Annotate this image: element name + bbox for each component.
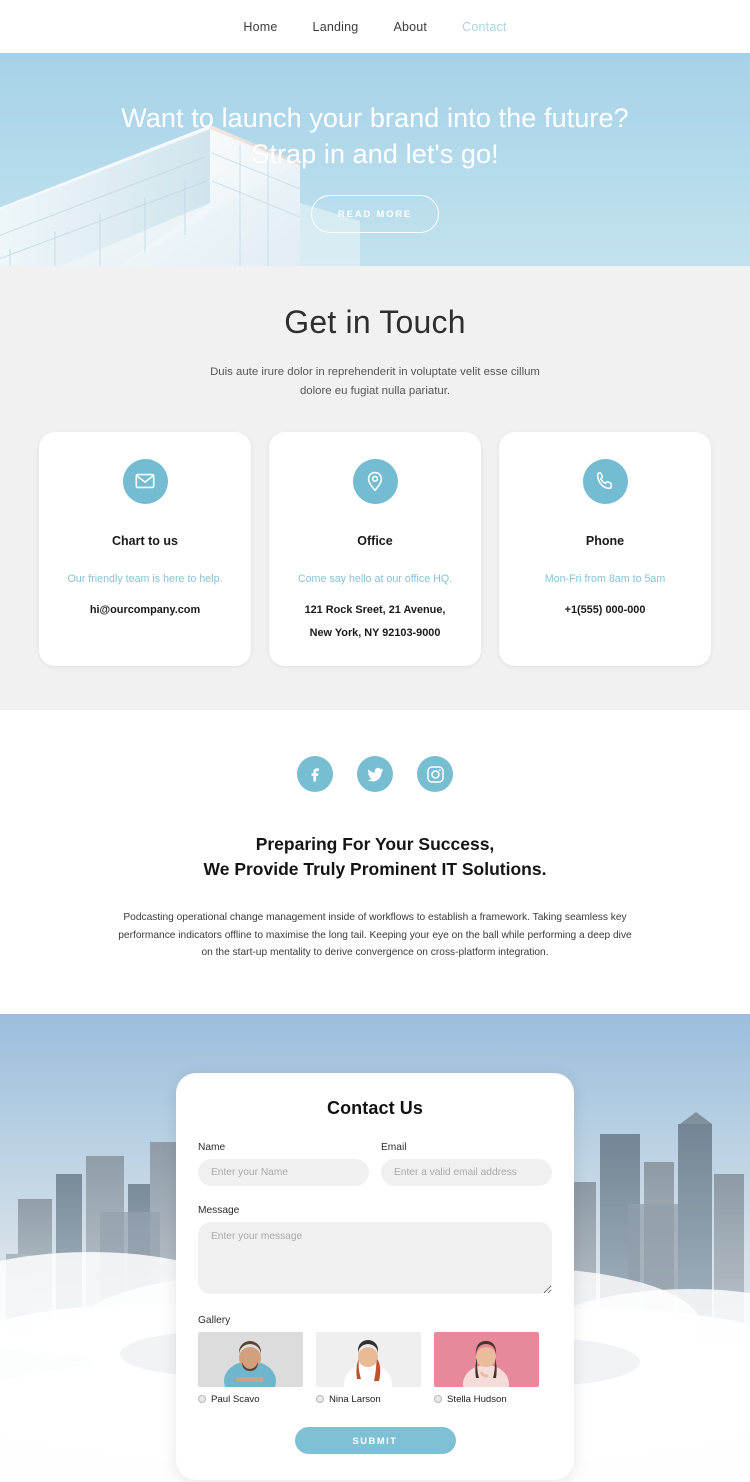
nav-item-about[interactable]: About — [393, 20, 427, 34]
get-in-touch-section: Get in Touch Duis aute irure dolor in re… — [0, 266, 750, 711]
envelope-icon — [122, 458, 168, 504]
contact-form-section: Contact Us Name Email Message Gallery — [0, 1013, 750, 1482]
gallery-radio-paul-scavo[interactable] — [198, 1395, 206, 1404]
submit-button[interactable]: SUBMIT — [294, 1426, 456, 1454]
form-title: Contact Us — [326, 1097, 423, 1118]
card-value[interactable]: 121 Rock Sreet, 21 Avenue, New York, NY 9… — [283, 599, 467, 645]
contact-card-phone[interactable]: Phone Mon-Fri from 8am to 5am +1(555) 00… — [499, 431, 711, 667]
gallery-radio-nina-larson[interactable] — [316, 1395, 324, 1404]
gallery-item[interactable]: Paul Scavo — [198, 1331, 303, 1405]
contact-card-office[interactable]: Office Come say hello at our office HQ. … — [269, 431, 481, 667]
contact-cards: Chart to us Our friendly team is here to… — [0, 431, 750, 667]
gallery-item-name-row[interactable]: Stella Hudson — [434, 1394, 539, 1405]
gallery-photo-paul-scavo[interactable] — [198, 1331, 303, 1387]
facebook-icon[interactable] — [297, 756, 333, 793]
twitter-icon[interactable] — [357, 756, 393, 793]
card-value[interactable]: hi@ourcompany.com — [53, 599, 237, 622]
name-field-group: Name — [198, 1142, 369, 1186]
card-note: Mon-Fri from 8am to 5am — [544, 572, 666, 585]
gallery-radio-stella-hudson[interactable] — [434, 1395, 442, 1404]
gallery-photo-nina-larson[interactable] — [316, 1331, 421, 1387]
about-body: Podcasting operational change management… — [118, 912, 632, 959]
gallery-item-name-row[interactable]: Nina Larson — [316, 1394, 421, 1405]
section-subtitle: Duis aute irure dolor in reprehenderit i… — [210, 366, 540, 397]
message-textarea[interactable] — [198, 1221, 552, 1294]
phone-icon — [582, 458, 628, 504]
card-value[interactable]: +1(555) 000-000 — [513, 599, 697, 622]
nav-item-landing[interactable]: Landing — [313, 20, 359, 34]
read-more-button[interactable]: READ MORE — [311, 195, 439, 234]
gallery-photo-stella-hudson[interactable] — [434, 1331, 539, 1387]
name-email-row: Name Email — [198, 1142, 552, 1186]
name-label: Name — [198, 1141, 226, 1153]
gallery-label: Gallery — [198, 1314, 231, 1326]
message-field-group: Message — [198, 1205, 552, 1299]
card-title: Chart to us — [112, 533, 178, 548]
gallery-name: Nina Larson — [329, 1393, 381, 1405]
nav-item-home[interactable]: Home — [243, 20, 277, 34]
gallery-item[interactable]: Nina Larson — [316, 1331, 421, 1405]
gallery-name: Stella Hudson — [447, 1393, 507, 1405]
map-pin-icon — [352, 458, 398, 504]
page-root: Home Landing About Contact Want to launc… — [0, 0, 750, 1482]
hero-title: Want to launch your brand into the futur… — [121, 103, 629, 169]
gallery-item[interactable]: Stella Hudson — [434, 1331, 539, 1405]
about-section: Preparing For Your Success, We Provide Tr… — [0, 710, 750, 1014]
gallery-item-name-row[interactable]: Paul Scavo — [198, 1394, 303, 1405]
contact-card-chat[interactable]: Chart to us Our friendly team is here to… — [39, 431, 251, 667]
gallery-list: Paul Scavo Nina Larson Stella Hudson — [198, 1331, 552, 1405]
about-heading: Preparing For Your Success, We Provide Tr… — [203, 834, 547, 880]
card-title: Phone — [585, 533, 625, 548]
name-input[interactable] — [198, 1158, 369, 1186]
message-label: Message — [198, 1204, 240, 1216]
email-field-group: Email — [381, 1142, 552, 1186]
email-input[interactable] — [381, 1158, 552, 1186]
nav-item-contact[interactable]: Contact — [462, 20, 506, 34]
instagram-icon[interactable] — [417, 756, 453, 793]
top-navbar: Home Landing About Contact — [0, 0, 750, 53]
card-note: Our friendly team is here to help. — [67, 572, 223, 585]
hero-section: Want to launch your brand into the futur… — [0, 53, 750, 266]
card-title: Office — [357, 533, 393, 548]
section-title: Get in Touch — [284, 304, 466, 340]
social-links — [0, 756, 750, 793]
gallery-group: Gallery Paul Scavo Nina Larson Stella Hu… — [198, 1315, 552, 1405]
email-label: Email — [381, 1141, 407, 1153]
gallery-name: Paul Scavo — [211, 1393, 260, 1405]
card-note: Come say hello at our office HQ. — [297, 572, 453, 585]
contact-form-card: Contact Us Name Email Message Gallery — [176, 1072, 574, 1480]
